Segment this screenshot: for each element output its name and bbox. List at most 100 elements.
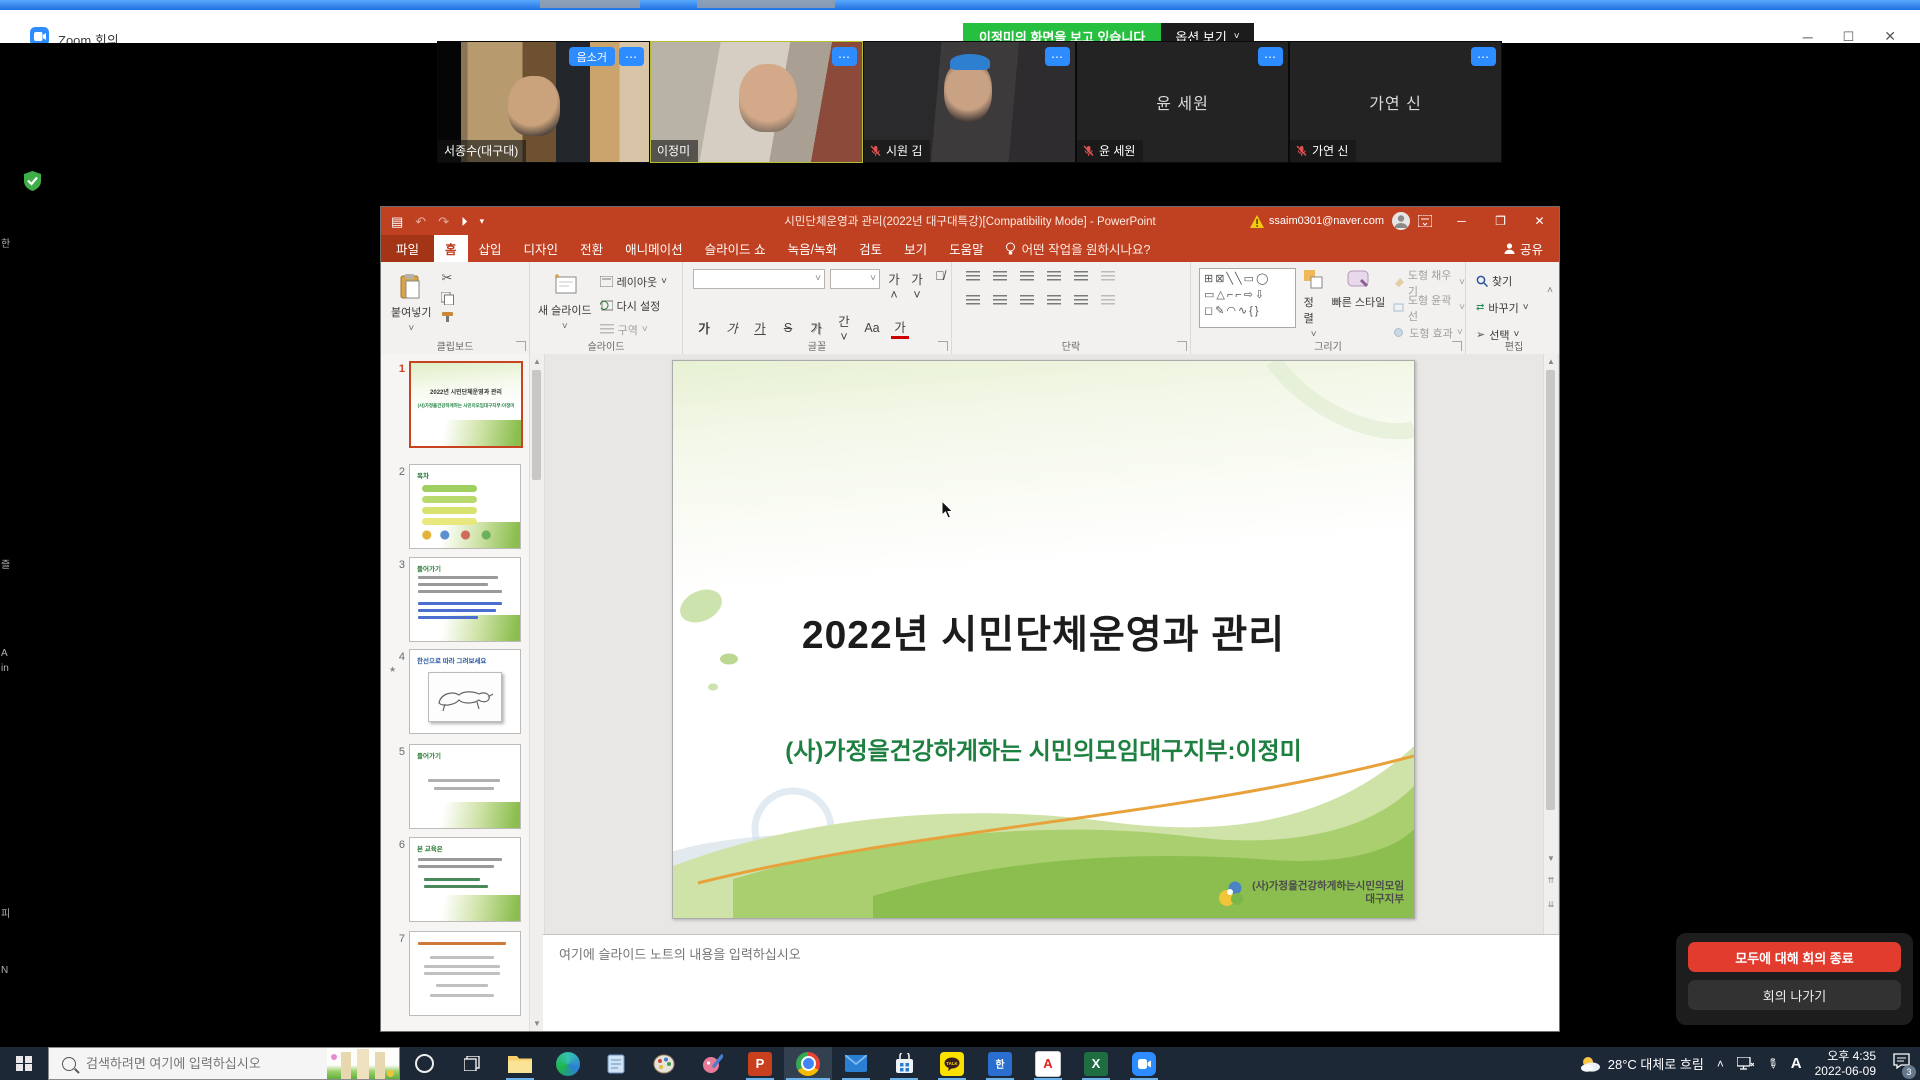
previous-slide-button[interactable]: ⇈ [1544, 876, 1558, 885]
notes-pane[interactable]: 여기에 슬라이드 노트의 내용을 입력하십시오 [543, 934, 1559, 1031]
justify-button[interactable] [1047, 295, 1061, 306]
format-painter-button[interactable] [441, 311, 454, 323]
slide-thumbnail[interactable]: 본 교육은 [409, 837, 521, 922]
tab-home[interactable]: 홈 [434, 235, 468, 262]
slide-thumb-row[interactable]: 3 들어가기 [409, 557, 519, 640]
tell-me-box[interactable]: 어떤 작업을 원하시나요? [995, 235, 1161, 262]
tab-file[interactable]: 파일 [381, 235, 434, 262]
text-shadow-button[interactable]: 가 [807, 318, 825, 337]
start-button[interactable] [0, 1047, 48, 1080]
slide-thumb-row[interactable]: 6 본 교육은 [409, 837, 519, 920]
new-slide-button[interactable]: 새 슬라이드 ˅ [538, 266, 592, 332]
smartart-convert-button[interactable] [1101, 295, 1115, 306]
customize-qat-icon[interactable]: ▾ [480, 217, 485, 226]
kakaotalk-button[interactable]: TALK [928, 1047, 976, 1080]
tab-review[interactable]: 검토 [848, 235, 893, 262]
next-slide-button[interactable]: ⇊ [1544, 900, 1558, 909]
numbering-button[interactable] [993, 271, 1007, 282]
text-direction-button[interactable] [1101, 271, 1115, 282]
align-right-button[interactable] [1020, 295, 1034, 306]
slide-thumbnail[interactable]: 목차 [409, 464, 521, 549]
undo-icon[interactable]: ↶ [415, 215, 426, 228]
slide-thumbnail[interactable] [409, 931, 521, 1016]
taskbar-search[interactable] [48, 1047, 400, 1080]
file-explorer-button[interactable] [496, 1047, 544, 1080]
notepad-button[interactable] [592, 1047, 640, 1080]
reset-button[interactable]: 다시 설정 [600, 295, 667, 316]
slide-thumbnail[interactable]: 들어가기 [409, 557, 521, 642]
section-button[interactable]: 구역˅ [600, 319, 667, 340]
redo-icon[interactable]: ↷ [438, 215, 449, 228]
shape-fill-button[interactable]: 도형 채우기˅ [1393, 272, 1465, 293]
paste-button[interactable]: 붙여넣기 ˅ [391, 266, 431, 334]
paint-button[interactable] [640, 1047, 688, 1080]
mail-button[interactable] [832, 1047, 880, 1080]
font-size-select[interactable]: ˅ [830, 269, 880, 289]
cut-button[interactable]: ✂ [441, 270, 454, 286]
share-button[interactable]: 공유 [1488, 235, 1559, 262]
increase-indent-button[interactable] [1047, 271, 1061, 282]
shape-outline-button[interactable]: 도형 윤곽선˅ [1393, 297, 1465, 318]
slide-thumb-row[interactable]: 5 들어가기 [409, 744, 519, 827]
align-center-button[interactable] [993, 295, 1007, 306]
tab-record[interactable]: 녹음/녹화 [777, 235, 848, 262]
strikethrough-button[interactable]: S [779, 321, 797, 335]
collapse-ribbon-icon[interactable]: ˄ [1547, 285, 1553, 296]
slide-thumbnail[interactable]: 한선으로 따라 그려보세요 [409, 649, 521, 734]
scrollbar-thumb[interactable] [532, 370, 541, 480]
participant-more-button[interactable]: ⋯ [832, 47, 857, 66]
decrease-indent-button[interactable] [1020, 271, 1034, 282]
tab-design[interactable]: 디자인 [513, 235, 570, 262]
participant-tile[interactable]: 가연 신 ⋯ 가연 신 [1289, 41, 1502, 163]
participant-more-button[interactable]: ⋯ [1045, 47, 1070, 66]
quick-styles-button[interactable]: 빠른 스타일 [1332, 268, 1386, 310]
ime-indicator[interactable]: A [1791, 1055, 1802, 1072]
taskbar-clock[interactable]: 오후 4:35 2022-06-09 [1815, 1049, 1876, 1079]
scrollbar-thumb[interactable] [1546, 370, 1555, 810]
layout-button[interactable]: 레이아웃˅ [600, 271, 667, 292]
end-meeting-for-all-button[interactable]: 모두에 대해 회의 종료 [1688, 942, 1901, 972]
participant-tile[interactable]: ⋯ 시원 김 [863, 41, 1076, 163]
task-view-button[interactable] [448, 1047, 496, 1080]
ppt-minimize-button[interactable]: ─ [1442, 207, 1481, 235]
align-left-button[interactable] [966, 295, 980, 306]
save-icon[interactable]: ▤ [391, 215, 403, 228]
avatar[interactable] [1392, 212, 1410, 230]
clear-format-icon[interactable]: 가̸ [931, 269, 949, 302]
slide-canvas[interactable]: 2022년 시민단체운영과 관리 (사)가정을건강하게하는 시민의모임대구지부:… [672, 360, 1415, 919]
replace-button[interactable]: ⇄ 바꾸기˅ [1476, 297, 1562, 318]
columns-button[interactable] [1074, 295, 1088, 306]
edge-button[interactable] [544, 1047, 592, 1080]
increase-font-icon[interactable]: 가˄ [885, 269, 903, 302]
zoom-app-button[interactable] [1120, 1047, 1168, 1080]
font-dialog-launcher[interactable] [938, 341, 948, 351]
tab-animations[interactable]: 애니메이션 [614, 235, 694, 262]
tab-insert[interactable]: 삽입 [468, 235, 513, 262]
weather-widget[interactable]: 28°C 대체로 흐림 [1580, 1054, 1704, 1073]
bullets-button[interactable] [966, 271, 980, 282]
participant-tile[interactable]: ⋯ 이정미 [650, 41, 863, 163]
line-spacing-button[interactable] [1074, 271, 1088, 282]
drawing-dialog-launcher[interactable] [1452, 341, 1462, 351]
ms-store-button[interactable] [880, 1047, 928, 1080]
main-scrollbar[interactable]: ▲ ▼ ⇈ ⇊ [1543, 354, 1559, 934]
participant-more-button[interactable]: ⋯ [1258, 47, 1283, 66]
slide-thumbnail[interactable]: 들어가기 [409, 744, 521, 829]
italic-button[interactable]: 가 [723, 318, 741, 337]
powerpoint-button[interactable]: P [736, 1047, 784, 1080]
tab-transitions[interactable]: 전환 [569, 235, 614, 262]
change-case-button[interactable]: Aa [863, 321, 881, 335]
participant-tile[interactable]: 음소거 ⋯ 서종수(대구대) [437, 41, 650, 163]
tab-view[interactable]: 보기 [893, 235, 938, 262]
account-email[interactable]: ssaim0301@naver.com [1269, 215, 1384, 227]
participant-tile[interactable]: 윤 세원 ⋯ 윤 세원 [1076, 41, 1289, 163]
notes-placeholder[interactable]: 여기에 슬라이드 노트의 내용을 입력하십시오 [543, 935, 1559, 963]
decrease-font-icon[interactable]: 가˅ [908, 269, 926, 302]
scroll-up-icon[interactable]: ▲ [530, 354, 544, 366]
slide-thumb-row[interactable]: 1 2022년 시민단체운영과 관리 (사)가정을건강하게하는 시민의모임대구지… [409, 361, 519, 444]
slide-thumb-row[interactable]: 7 [409, 931, 519, 1014]
scroll-up-icon[interactable]: ▲ [1544, 354, 1558, 366]
paint3d-button[interactable] [688, 1047, 736, 1080]
scroll-down-icon[interactable]: ▼ [530, 1019, 544, 1028]
chrome-button[interactable] [784, 1047, 832, 1080]
